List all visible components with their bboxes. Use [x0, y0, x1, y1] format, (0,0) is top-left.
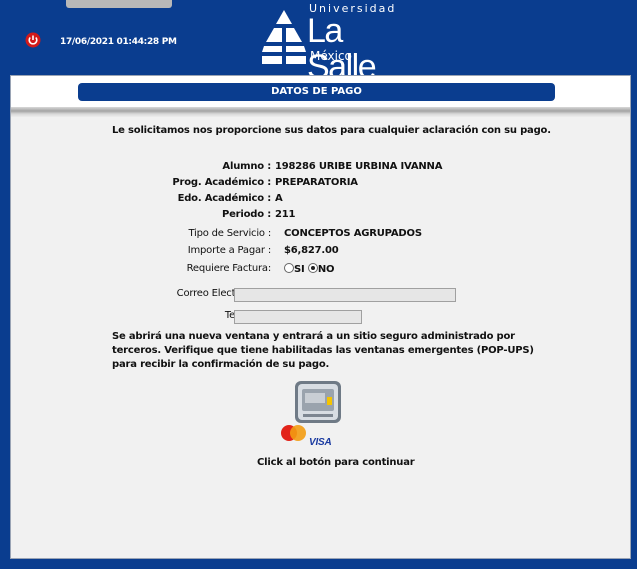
factura-si-label: SI — [294, 264, 305, 275]
programa-value: PREPARATORIA — [275, 177, 358, 188]
email-field[interactable] — [234, 288, 456, 302]
factura-options: SI NO — [284, 263, 335, 275]
estado-label: Edo. Académico : — [177, 193, 272, 204]
periodo-label: Periodo : — [221, 209, 271, 220]
visa-icon: VISA — [309, 437, 332, 448]
la-salle-star-icon — [262, 10, 306, 64]
factura-no-radio[interactable] — [307, 263, 318, 273]
mastercard-icon — [281, 425, 306, 441]
factura-label: Requiere Factura: — [186, 263, 272, 274]
credit-card-icon — [295, 381, 341, 423]
popup-notice: Se abrirá una nueva ventana y entrará a … — [112, 331, 534, 370]
importe-label: Importe a Pagar : — [187, 245, 271, 256]
importe-value: $6,827.00 — [284, 245, 339, 256]
click-instruction: Click al botón para continuar — [257, 457, 415, 468]
top-tab — [66, 0, 172, 8]
alumno-label: Alumno : — [222, 161, 271, 172]
university-logo: Universidad La Salle México — [262, 2, 394, 85]
intro-text: Le solicitamos nos proporcione sus datos… — [112, 125, 551, 136]
estado-value: A — [275, 193, 283, 204]
periodo-value: 211 — [275, 209, 296, 220]
servicio-value: CONCEPTOS AGRUPADOS — [284, 228, 422, 239]
servicio-label: Tipo de Servicio : — [188, 228, 271, 239]
phone-field[interactable] — [234, 310, 362, 324]
factura-no-label: NO — [317, 264, 335, 275]
logo-sub-text: México — [310, 49, 352, 63]
power-icon[interactable] — [25, 32, 41, 48]
header: 17/06/2021 01:44:28 PM Universidad La Sa… — [0, 0, 637, 85]
payment-panel: DATOS DE PAGO Le solicitamos nos proporc… — [10, 75, 631, 559]
panel-content: Le solicitamos nos proporcione sus datos… — [11, 117, 630, 558]
alumno-value: 198286 URIBE URBINA IVANNA — [275, 161, 443, 172]
factura-si-radio[interactable] — [284, 263, 294, 273]
panel-title: DATOS DE PAGO — [78, 83, 555, 101]
session-datetime: 17/06/2021 01:44:28 PM — [60, 37, 177, 47]
pay-button[interactable]: VISA — [275, 379, 351, 449]
programa-label: Prog. Académico : — [172, 177, 271, 188]
separator-bar — [11, 107, 630, 117]
